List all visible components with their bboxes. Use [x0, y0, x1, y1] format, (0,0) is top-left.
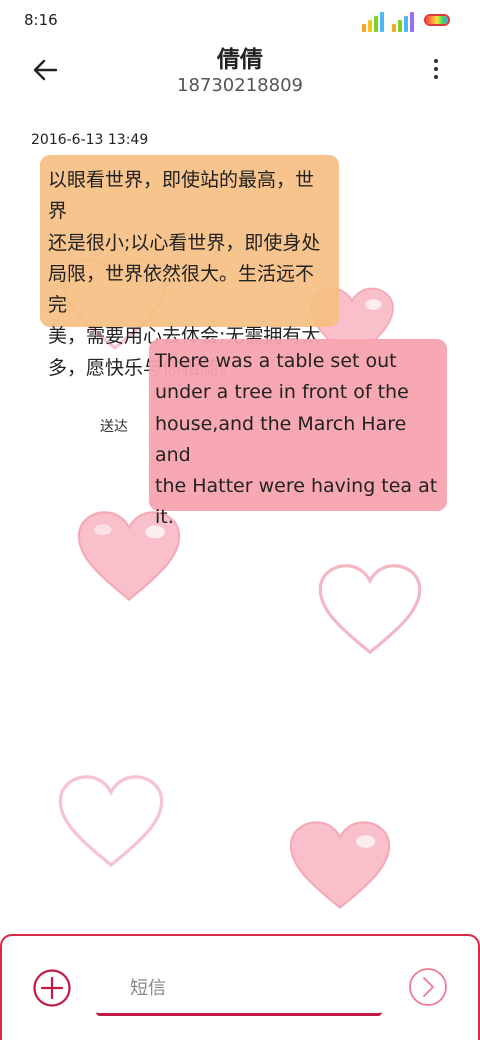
arrow-left-icon	[33, 59, 58, 81]
outgoing-message-bubble[interactable]: There was a table set out under a tree i…	[149, 339, 447, 528]
message-line: 局限，世界依然很大。生活远不完	[48, 262, 315, 317]
status-time: 8:16	[24, 11, 58, 29]
contact-name: 倩倩	[217, 47, 263, 73]
battery-level	[426, 16, 448, 24]
message-line: it.	[155, 506, 174, 529]
plus-circle-icon	[33, 969, 71, 1007]
message-line: the Hatter were having tea at	[155, 475, 438, 498]
message-line: house,and the March Hare and	[155, 412, 407, 466]
delivery-status: 送达	[100, 419, 128, 435]
signal-strength-icon	[392, 10, 418, 32]
back-button[interactable]	[30, 54, 62, 86]
message-input[interactable]	[96, 964, 382, 1016]
message-line: under a tree in front of the	[155, 381, 409, 404]
signal-strength-icon	[362, 10, 390, 32]
message-timestamp: 2016-6-13 13:49	[31, 132, 149, 148]
send-chevron-icon	[409, 968, 447, 1006]
message-line: There was a table set out	[155, 350, 397, 372]
message-line: 还是很小;以心看世界，即使身处	[48, 231, 321, 254]
battery-icon	[424, 14, 450, 26]
more-options-button[interactable]	[424, 54, 448, 84]
contact-phone-number: 18730218809	[177, 75, 303, 96]
add-attachment-button[interactable]	[32, 968, 72, 1008]
heart-decoration	[318, 564, 422, 655]
status-bar: 8:16	[0, 0, 480, 40]
heart-decoration	[289, 821, 391, 909]
message-line: 以眼看世界，即使站的最高，世界	[48, 169, 315, 223]
heart-decoration	[58, 775, 164, 868]
send-button[interactable]	[408, 967, 448, 1007]
incoming-message-bubble[interactable]: 以眼看世界，即使站的最高，世界 还是很小;以心看世界，即使身处 局限，世界依然很…	[40, 155, 339, 379]
